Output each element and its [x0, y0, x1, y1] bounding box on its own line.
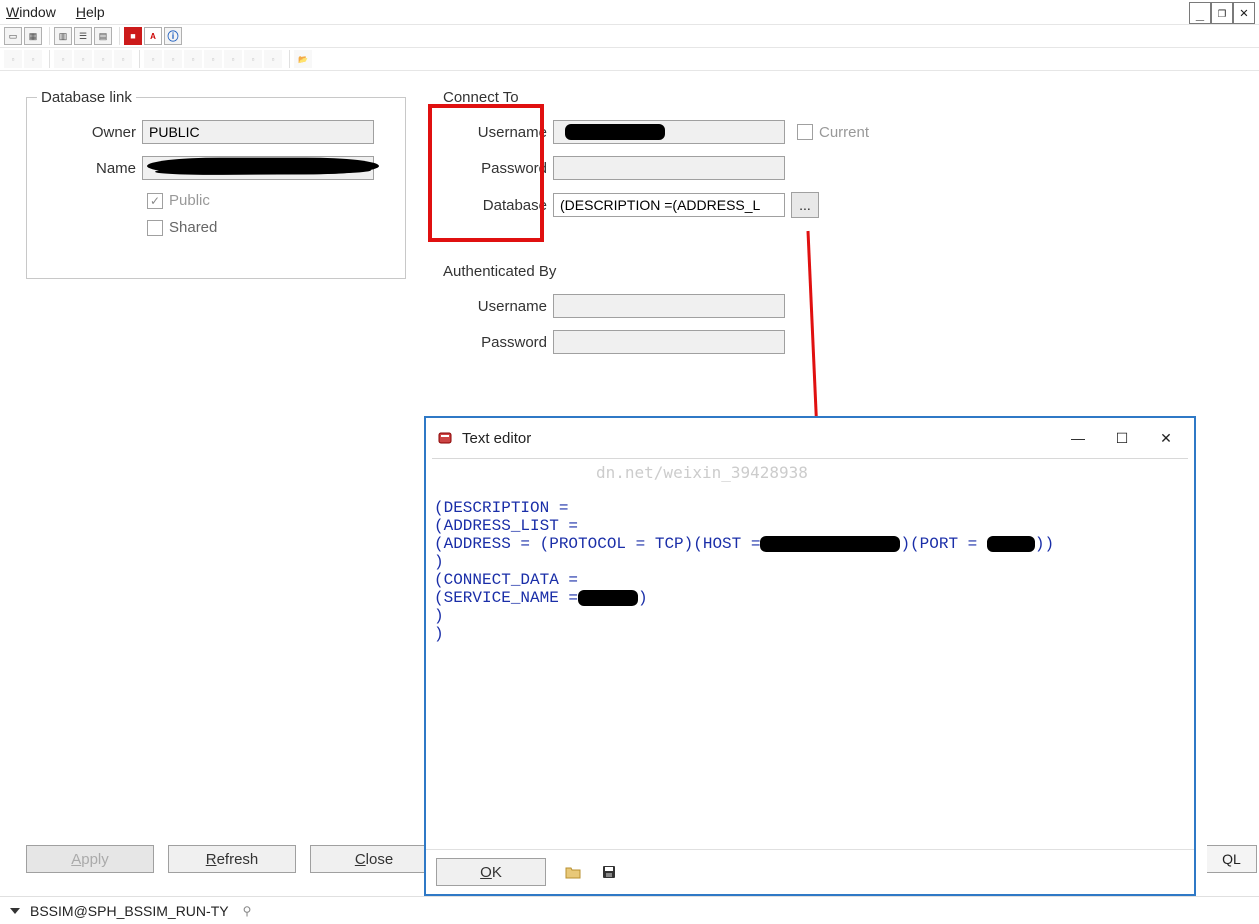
- status-bar: BSSIM@SPH_BSSIM_RUN-TY ⚲: [0, 896, 1259, 924]
- toolbar-icon[interactable]: ▫: [114, 50, 132, 68]
- open-file-icon[interactable]: [564, 863, 582, 881]
- toolbar-icon[interactable]: ▤: [94, 27, 112, 45]
- connect-to-legend: Connect To: [439, 89, 523, 106]
- connect-database-label: Database: [439, 197, 553, 214]
- pdf-icon[interactable]: A: [144, 27, 162, 45]
- dialog-title-bar: Text editor — ☐ ✕: [426, 418, 1194, 458]
- window-close-button[interactable]: ✕: [1233, 2, 1255, 24]
- auth-username-label: Username: [439, 298, 553, 315]
- toolbar-icon[interactable]: ▭: [4, 27, 22, 45]
- authenticated-by-legend: Authenticated By: [439, 263, 560, 280]
- public-checkbox[interactable]: ✓: [147, 193, 163, 209]
- auth-password-label: Password: [439, 334, 553, 351]
- database-browse-button[interactable]: ...: [791, 192, 819, 218]
- dialog-minimize-button[interactable]: —: [1060, 426, 1096, 450]
- text-editor-body[interactable]: dn.net/weixin_39428938 (DESCRIPTION = (A…: [426, 459, 1194, 849]
- toolbar-icon[interactable]: ▫: [164, 50, 182, 68]
- current-checkbox[interactable]: [797, 124, 813, 140]
- toolbar-icon[interactable]: ▫: [24, 50, 42, 68]
- database-link-legend: Database link: [37, 89, 136, 106]
- current-label: Current: [819, 124, 869, 141]
- toolbar-icon[interactable]: ▫: [224, 50, 242, 68]
- info-icon[interactable]: ⓘ: [164, 27, 182, 45]
- toolbar-icon[interactable]: ▫: [4, 50, 22, 68]
- status-text: BSSIM@SPH_BSSIM_RUN-TY: [30, 903, 229, 919]
- menu-help[interactable]: Help: [76, 4, 105, 20]
- connect-database-input[interactable]: [553, 193, 785, 217]
- toolbar-icon[interactable]: ▫: [244, 50, 262, 68]
- pin-icon[interactable]: ⚲: [243, 904, 252, 918]
- oracle-icon[interactable]: ■: [124, 27, 142, 45]
- auth-username-input[interactable]: [553, 294, 785, 318]
- connect-password-input[interactable]: [553, 156, 785, 180]
- toolbar-icon[interactable]: ☰: [74, 27, 92, 45]
- toolbar-icon[interactable]: ▫: [74, 50, 92, 68]
- dialog-close-button[interactable]: ✕: [1148, 426, 1184, 450]
- connect-username-label: Username: [439, 124, 553, 141]
- database-link-group: Database link Owner Name ✓ Public Shared: [26, 89, 406, 279]
- shared-checkbox[interactable]: [147, 220, 163, 236]
- auth-password-input[interactable]: [553, 330, 785, 354]
- ql-button[interactable]: QL: [1207, 845, 1257, 873]
- dialog-ok-button[interactable]: OK: [436, 858, 546, 886]
- dropdown-arrow-icon[interactable]: [10, 908, 20, 914]
- save-icon[interactable]: [600, 863, 618, 881]
- toolbar-open-icon[interactable]: 📂: [294, 50, 312, 68]
- dialog-title: Text editor: [462, 430, 1052, 447]
- text-editor-icon: [436, 429, 454, 447]
- connect-to-group: Connect To Username Current Password Dat…: [428, 89, 920, 249]
- public-label: Public: [169, 192, 210, 209]
- connect-password-label: Password: [439, 160, 553, 177]
- watermark-text: dn.net/weixin_39428938: [596, 463, 808, 482]
- refresh-button[interactable]: Refresh: [168, 845, 296, 873]
- bottom-button-bar: Apply Refresh Close: [26, 845, 438, 873]
- toolbar-icon[interactable]: ▫: [54, 50, 72, 68]
- toolbar-primary: ▭ ▦ ▥ ☰ ▤ ■ A ⓘ: [0, 25, 1259, 48]
- dialog-maximize-button[interactable]: ☐: [1104, 426, 1140, 450]
- toolbar-icon[interactable]: ▫: [204, 50, 222, 68]
- owner-input[interactable]: [142, 120, 374, 144]
- menu-bar: Window Help: [0, 0, 1259, 25]
- toolbar-icon[interactable]: ▫: [94, 50, 112, 68]
- menu-window[interactable]: Window: [6, 4, 56, 20]
- text-editor-dialog: Text editor — ☐ ✕ dn.net/weixin_39428938…: [424, 416, 1196, 896]
- authenticated-by-group: Authenticated By Username Password: [428, 263, 920, 383]
- toolbar-icon[interactable]: ▫: [184, 50, 202, 68]
- toolbar-icon[interactable]: ▥: [54, 27, 72, 45]
- owner-label: Owner: [37, 124, 142, 141]
- toolbar-icon[interactable]: ▫: [264, 50, 282, 68]
- toolbar-icon[interactable]: ▫: [144, 50, 162, 68]
- dialog-footer: OK: [426, 849, 1194, 894]
- shared-label: Shared: [169, 219, 217, 236]
- close-button[interactable]: Close: [310, 845, 438, 873]
- apply-button[interactable]: Apply: [26, 845, 154, 873]
- toolbar-secondary: ▫ ▫ ▫ ▫ ▫ ▫ ▫ ▫ ▫ ▫ ▫ ▫ ▫ 📂: [0, 48, 1259, 71]
- toolbar-icon[interactable]: ▦: [24, 27, 42, 45]
- window-minimize-button[interactable]: _: [1189, 2, 1211, 24]
- window-controls: _ ❐ ✕: [1189, 2, 1255, 24]
- name-label: Name: [37, 160, 142, 177]
- window-maximize-button[interactable]: ❐: [1211, 2, 1233, 24]
